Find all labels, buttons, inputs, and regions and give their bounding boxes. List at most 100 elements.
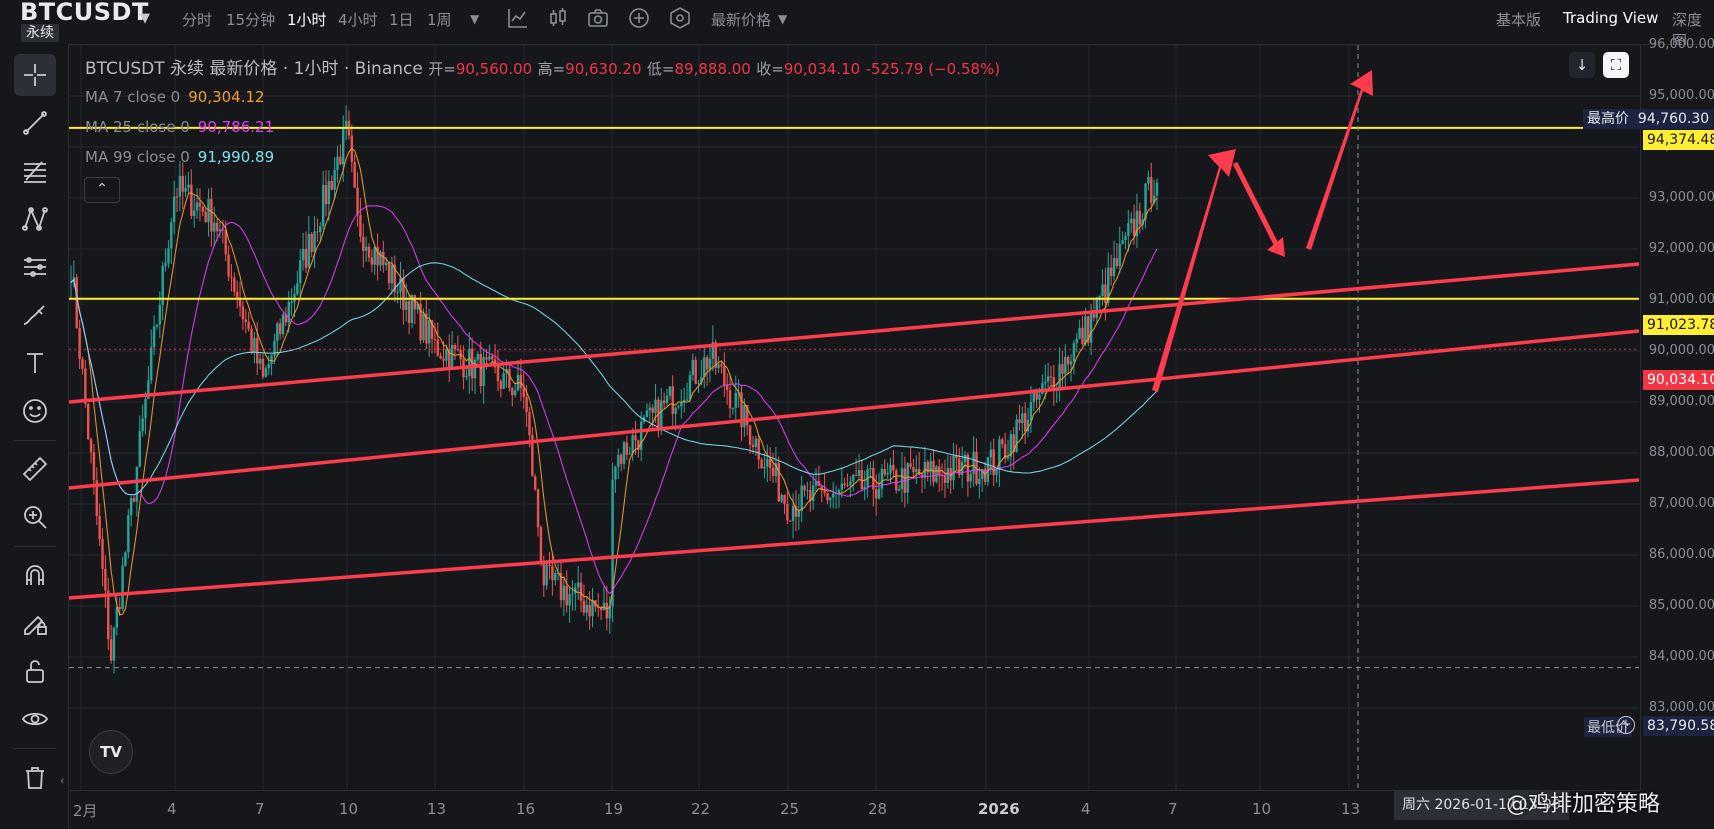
candle-body <box>1018 419 1021 424</box>
candle-body <box>585 604 588 613</box>
zoom-in-icon[interactable] <box>14 496 56 538</box>
timeframe-tab[interactable]: 1日 <box>389 9 414 30</box>
trend-line-icon[interactable] <box>14 102 56 144</box>
collapse-sidebar-icon[interactable]: ‹ <box>60 774 64 787</box>
settings-hex-icon[interactable] <box>668 6 692 30</box>
candle-body <box>204 211 207 223</box>
candle-body <box>396 291 399 293</box>
legend-collapse-button[interactable]: ⌃ <box>84 177 120 203</box>
candle-body <box>370 257 374 265</box>
candle-type-icon[interactable] <box>546 6 570 30</box>
candle-body <box>728 390 732 409</box>
screenshot-frame-icon[interactable]: ⛶ <box>1603 52 1629 78</box>
drawing-toolbar: ‹ <box>0 44 69 828</box>
candle-body <box>748 425 752 445</box>
candle-body <box>382 251 385 266</box>
open-value: 90,560.00 <box>455 60 533 78</box>
candle-body <box>852 475 855 482</box>
candle-body <box>227 254 230 277</box>
time-label: 28 <box>868 800 888 818</box>
candle-body <box>1112 258 1116 277</box>
price-type-select[interactable]: 最新价格 <box>711 9 771 30</box>
candle-body <box>545 564 548 586</box>
candle-body <box>127 515 130 553</box>
prediction-icon[interactable] <box>14 246 56 288</box>
fib-lines-icon[interactable] <box>14 150 56 192</box>
ruler-icon[interactable] <box>14 448 56 490</box>
candle-body <box>373 247 376 265</box>
candle-body <box>1147 176 1150 184</box>
trash-icon[interactable] <box>14 756 56 798</box>
candle-body <box>502 373 505 389</box>
ma99-row[interactable]: MA 99 close 0 91,990.89 <box>85 148 274 166</box>
candle-body <box>969 474 972 482</box>
candle-body <box>780 494 783 502</box>
price-axis[interactable]: 96,000.0095,000.0094,000.0093,000.0092,0… <box>1640 37 1714 790</box>
candle-body <box>499 381 503 389</box>
candle-body <box>69 282 73 284</box>
timeframe-more-icon[interactable]: ▼ <box>470 12 479 26</box>
indicator-chart-icon[interactable] <box>506 6 530 30</box>
crosshair-icon[interactable] <box>14 54 56 96</box>
candle-body <box>1098 295 1101 298</box>
candle-body <box>677 406 680 408</box>
candle-body <box>92 452 96 481</box>
symbol-dropdown-icon[interactable]: ▼ <box>140 11 150 26</box>
candle-body <box>336 156 339 171</box>
time-label: 10 <box>1252 800 1272 818</box>
candle-body <box>215 222 219 232</box>
candle-body <box>304 248 308 268</box>
add-plus-icon[interactable] <box>627 6 651 30</box>
candle-body <box>703 357 706 378</box>
download-icon[interactable]: ↓ <box>1569 52 1595 78</box>
candle-body <box>525 396 528 413</box>
chart-pane[interactable] <box>69 45 1639 790</box>
candle-body <box>989 449 993 458</box>
eye-icon[interactable] <box>14 698 56 740</box>
candle-body <box>1023 413 1027 432</box>
view-basic[interactable]: 基本版 <box>1496 9 1541 30</box>
timeframe-tab[interactable]: 1周 <box>427 9 452 30</box>
timeframe-tab[interactable]: 分时 <box>182 9 212 30</box>
candle-body <box>685 399 689 401</box>
pattern-icon[interactable] <box>14 198 56 240</box>
channel-line-middle <box>69 329 1639 490</box>
candle-body <box>433 338 437 340</box>
candle-body <box>364 246 368 251</box>
symbol-title[interactable]: BTCUSDT <box>20 0 149 26</box>
edit-lock-icon[interactable] <box>14 602 56 644</box>
timeframe-tab[interactable]: 15分钟 <box>226 9 275 30</box>
time-label: 19 <box>604 800 624 818</box>
chevron-down-icon[interactable]: ▼ <box>778 12 787 26</box>
candle-body <box>1109 267 1113 277</box>
timeframe-tab[interactable]: 4小时 <box>338 9 378 30</box>
candle-body <box>362 236 365 251</box>
channel-line-lower <box>69 478 1639 600</box>
ma25-row[interactable]: MA 25 close 0 90,786.21 <box>85 118 274 136</box>
view-tradingview[interactable]: Trading View <box>1563 9 1658 27</box>
add-alert-icon[interactable]: + <box>1617 716 1635 734</box>
candle-body <box>935 466 938 482</box>
unlock-icon[interactable] <box>14 650 56 692</box>
magnet-icon[interactable] <box>14 554 56 596</box>
candle-body <box>230 276 233 278</box>
timeframe-tab-active[interactable]: 1小时 <box>287 9 327 30</box>
candle-body <box>591 600 594 617</box>
candle-body <box>582 600 586 613</box>
text-icon[interactable] <box>14 342 56 384</box>
time-label: 7 <box>255 800 265 818</box>
candle-body <box>634 435 637 441</box>
arrow-up-1 <box>1152 149 1236 392</box>
ma-lines <box>70 147 1158 616</box>
candle-body <box>201 206 205 212</box>
candle-body <box>109 639 113 661</box>
emoji-icon[interactable] <box>14 390 56 432</box>
camera-icon[interactable] <box>586 6 610 30</box>
candle-body <box>1138 210 1142 225</box>
ma7-row[interactable]: MA 7 close 0 90,304.12 <box>85 88 265 106</box>
candle-body <box>883 468 886 475</box>
arrow-up-2 <box>1306 70 1373 250</box>
brush-icon[interactable] <box>14 294 56 336</box>
time-label: 16 <box>516 800 536 818</box>
candle-body <box>823 490 826 493</box>
